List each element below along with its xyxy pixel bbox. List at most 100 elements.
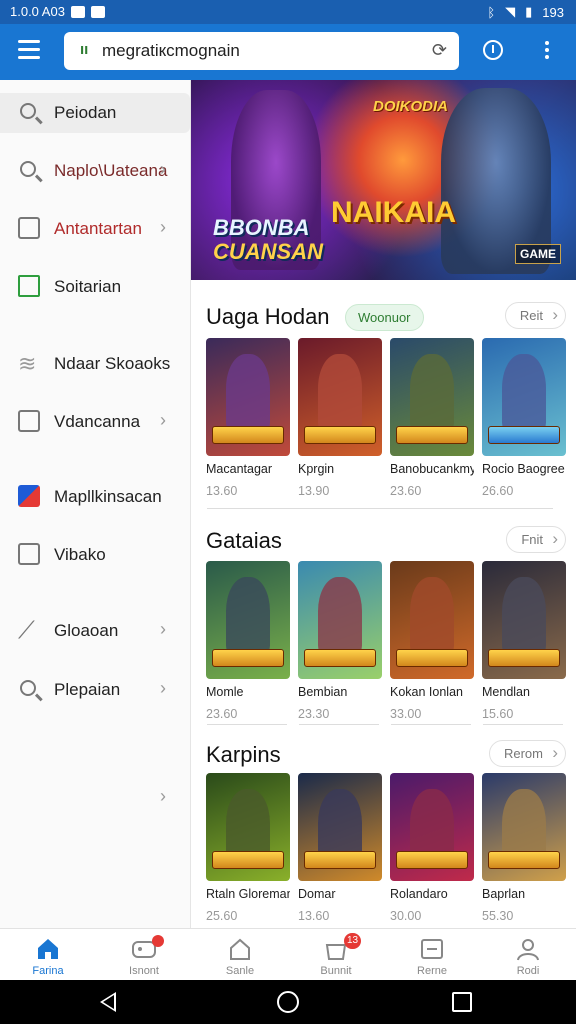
game-name: Rocio Baogree (482, 462, 565, 476)
menu-icon[interactable] (18, 40, 40, 62)
doc-icon (18, 543, 40, 565)
sidebar-item-label: Mapllkinsacan (54, 487, 162, 506)
game-thumbnail (390, 773, 474, 881)
game-card[interactable]: Domar 13.60 (298, 773, 382, 923)
home-circle-icon[interactable] (277, 991, 299, 1013)
bluetooth-icon: ᛒ (487, 4, 496, 20)
game-price: 23.60 (390, 484, 422, 498)
sidebar-item-2[interactable]: Antantartan › (0, 209, 190, 249)
sidebar: Peiodan Naplo\Uateana › Antantartan › So… (0, 80, 191, 928)
recent-apps-icon[interactable] (452, 992, 472, 1012)
sidebar-item-label: Plepaian (54, 680, 121, 699)
nav-item-library[interactable]: Rerne (384, 929, 480, 981)
sidebar-item-label: Ndaar Skoaoks (54, 354, 171, 373)
sidebar-expand[interactable]: › (0, 778, 190, 818)
section-divider (207, 724, 287, 725)
game-card[interactable]: Momle 23.60 (206, 561, 290, 721)
nav-label: Farina (32, 965, 64, 977)
url-text: megratiкcmognain (102, 41, 240, 60)
box-icon (421, 939, 443, 959)
game-price: 23.30 (298, 707, 330, 721)
nav-item-explore[interactable]: Sanle (192, 929, 288, 981)
check-box-icon (18, 410, 40, 432)
sidebar-search-label: Peiodan (54, 103, 117, 122)
game-card[interactable]: Rolandaro 30.00 (390, 773, 474, 923)
nav-label: Sanle (225, 965, 255, 977)
sidebar-item-9[interactable]: Plepaian › (0, 670, 190, 710)
sidebar-item-label: Gloaoan (54, 621, 119, 640)
url-bar[interactable]: ı͏ı megratiкcmognain ⟳ (64, 32, 459, 70)
section-divider (299, 724, 379, 725)
game-name: Baprlan (482, 887, 526, 901)
sidebar-item-4[interactable]: ≋ Ndaar Skoaoks (0, 344, 190, 384)
game-name: Rolandaro (390, 887, 448, 901)
sidebar-item-1[interactable]: Naplo\Uateana › (0, 151, 190, 191)
nav-label: Rodi (516, 965, 540, 977)
game-price: 30.00 (390, 909, 422, 923)
reload-icon[interactable]: ⟳ (432, 40, 447, 61)
home-icon (38, 939, 58, 959)
bottom-nav: Farina Isnont Sanle 13 Bunnit Rerne Rodi (0, 928, 576, 980)
game-card[interactable]: Bembian 23.30 (298, 561, 382, 721)
status-time: 1.0.0 A03 (10, 4, 65, 19)
nav-item-games[interactable]: Isnont (96, 929, 192, 981)
nav-label: Isnont (129, 965, 159, 977)
nav-item-profile[interactable]: Rodi (480, 929, 576, 981)
sidebar-item-5[interactable]: Vdancanna › (0, 402, 190, 442)
sidebar-item-label: Vdancanna (54, 412, 141, 431)
game-price: 13.90 (298, 484, 330, 498)
nav-label: Rerne (417, 965, 447, 977)
more-options-icon[interactable] (534, 38, 560, 64)
hero-top-title: DOIKODIA (373, 98, 448, 115)
game-price: 23.60 (206, 707, 238, 721)
sidebar-item-7[interactable]: Vibako (0, 535, 190, 575)
section-more-button[interactable]: Fnit (506, 526, 566, 553)
game-card[interactable]: Mendlan 15.60 (482, 561, 566, 721)
sidebar-item-3[interactable]: Soitarian (0, 267, 190, 307)
game-price: 25.60 (206, 909, 238, 923)
section-more-button[interactable]: Reit (504, 302, 566, 329)
sidebar-item-label: Antantartan (54, 219, 142, 238)
game-name: Rtaln Gloreman (206, 887, 290, 901)
game-name: Bembian (298, 685, 348, 699)
sidebar-item-6[interactable]: Mapllkinsacan (0, 477, 190, 517)
game-card[interactable]: Banobucankmy 23.60 (390, 338, 474, 498)
game-thumbnail (390, 561, 474, 679)
nav-item-cart[interactable]: 13 Bunnit (288, 929, 384, 981)
back-icon[interactable] (100, 992, 116, 1012)
hero-banner[interactable]: DOIKODIA NAIKAIA BBONBA CUANSAN GAME (191, 80, 576, 280)
game-card[interactable]: Rocio Baogree 26.60 (482, 338, 566, 498)
chevron-right-icon: › (160, 217, 166, 237)
info-icon[interactable] (480, 38, 506, 64)
person-icon (517, 939, 539, 961)
section-more-button[interactable]: Rerom (488, 740, 566, 767)
sidebar-item-8[interactable]: ⟋ Gloaoan › (0, 611, 190, 651)
game-thumbnail (390, 338, 474, 456)
app-notification-icon (90, 5, 105, 18)
sidebar-item-label: Soitarian (54, 277, 122, 296)
chevron-right-icon: › (160, 159, 166, 179)
sidebar-search[interactable]: Peiodan (0, 93, 190, 133)
section-divider (483, 724, 563, 725)
game-name: Kprgin (298, 462, 335, 476)
nav-item-home[interactable]: Farina (0, 929, 96, 981)
game-card[interactable]: Kokan Ionlan 33.00 (390, 561, 474, 721)
game-thumbnail (482, 338, 566, 456)
notification-badge (152, 935, 164, 947)
game-card[interactable]: Rtaln Gloreman 25.60 (206, 773, 290, 923)
game-thumbnail (298, 773, 382, 881)
game-price: 13.60 (298, 909, 330, 923)
game-thumbnail (206, 773, 290, 881)
game-name: Mendlan (482, 685, 530, 699)
game-name: Kokan Ionlan (390, 685, 463, 699)
section-pill[interactable]: Woonuor (345, 304, 424, 331)
game-thumbnail (206, 338, 290, 456)
game-card[interactable]: Baprlan 55.30 (482, 773, 566, 923)
game-price: 33.00 (390, 707, 422, 721)
hero-left-title: BBONBA CUANSAN (213, 216, 323, 264)
game-card[interactable]: Kprgin 13.90 (298, 338, 382, 498)
sidebar-item-label: Naplo\Uateana (54, 161, 168, 180)
flag-icon (18, 485, 40, 507)
game-price: 13.60 (206, 484, 238, 498)
game-card[interactable]: Macantagar 13.60 (206, 338, 290, 498)
